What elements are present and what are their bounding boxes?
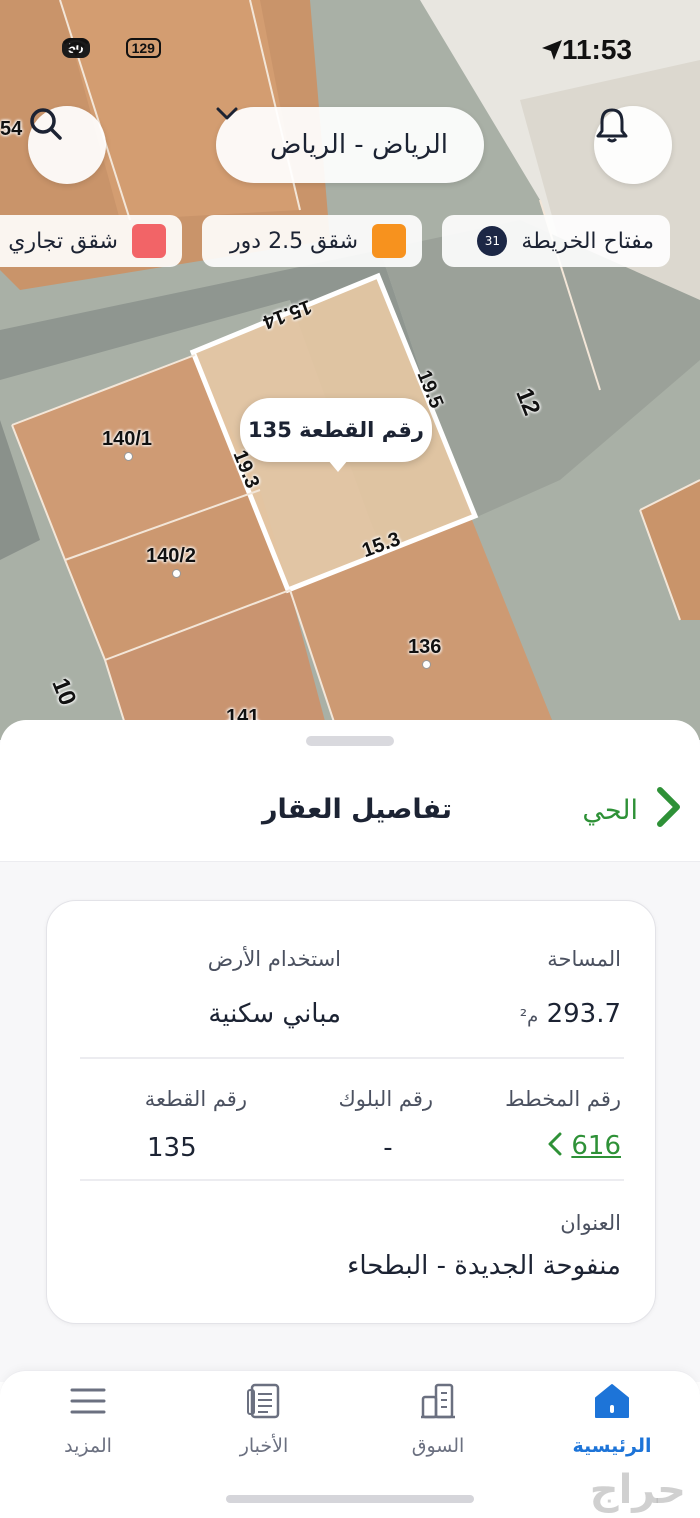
district-link-label: الحي <box>582 795 638 826</box>
home-indicator <box>226 1495 474 1503</box>
land-use-value: مباني سكنية <box>208 999 341 1029</box>
plot-number-value: 135 <box>147 1133 197 1163</box>
property-details-card: المساحة 293.7 م² استخدام الأرض مباني سكن… <box>46 900 656 1324</box>
plot-number-label: رقم القطعة <box>144 1087 247 1111</box>
divider <box>80 1179 624 1181</box>
block-number-value: - <box>383 1133 393 1163</box>
area-unit: م² <box>519 1006 539 1027</box>
divider <box>80 1057 624 1059</box>
city-selector[interactable]: الرياض - الرياض <box>216 107 484 183</box>
plan-number-label: رقم المخطط <box>505 1087 621 1111</box>
selected-plot-callout[interactable]: رقم القطعة 135 <box>240 398 432 472</box>
buildings-icon <box>418 1381 458 1425</box>
city-selector-label: الرياض - الرياض <box>269 130 449 160</box>
land-use-label: استخدام الأرض <box>207 947 341 971</box>
area-value-group: 293.7 م² <box>520 999 621 1029</box>
map-corner-label: 54 <box>0 118 23 140</box>
map-view[interactable]: 50 129 11:53 الرياض - الرياض مفتاح الخري… <box>0 0 700 740</box>
chevron-right-icon <box>656 786 682 835</box>
plot-marker-136 <box>422 660 431 669</box>
apartments-swatch <box>372 224 406 258</box>
map-key-chip[interactable]: مفتاح الخريطة 31 <box>442 215 670 267</box>
district-link[interactable]: الحي <box>582 786 682 835</box>
status-time: 11:53 <box>561 34 632 65</box>
area-label: المساحة <box>547 947 621 971</box>
address-label: العنوان <box>560 1211 621 1235</box>
watermark-logo: حراج <box>589 1467 686 1513</box>
address-value: منفوحة الجديدة - البطحاء <box>347 1251 621 1281</box>
tab-news[interactable]: الأخبار <box>204 1381 324 1471</box>
tab-more[interactable]: المزيد <box>28 1381 148 1471</box>
area-value: 293.7 <box>546 999 621 1029</box>
status-bar: 50 129 11:53 <box>0 0 700 100</box>
plot-marker-140-1 <box>124 452 133 461</box>
home-icon <box>592 1381 632 1425</box>
map-key-count-badge: 31 <box>477 226 508 256</box>
plot-label-140-1: 140/1 <box>102 428 153 450</box>
selected-plot-callout-text: رقم القطعة 135 <box>247 418 425 442</box>
chevron-left-icon <box>547 1131 563 1161</box>
sheet-title: تفاصيل العقار <box>262 794 453 825</box>
news-document-icon <box>244 1381 284 1425</box>
legend-chip-commercial[interactable]: شقق تجاري <box>0 215 182 267</box>
map-key-label: مفتاح الخريطة <box>521 228 654 254</box>
block-number-label: رقم البلوك <box>338 1087 433 1111</box>
sheet-grabber[interactable] <box>306 736 394 746</box>
plan-number-link[interactable]: 616 <box>547 1131 621 1161</box>
sheet-header: تفاصيل العقار الحي <box>0 752 700 862</box>
apartments-label: شقق 2.5 دور <box>230 228 358 254</box>
menu-icon <box>68 1381 108 1425</box>
commercial-label: شقق تجاري <box>8 228 118 254</box>
plan-number-value: 616 <box>571 1131 621 1161</box>
status-left-group: 50 129 <box>62 38 161 58</box>
tab-news-label: الأخبار <box>239 1435 289 1457</box>
tab-market-label: السوق <box>411 1435 465 1457</box>
plot-marker-140-2 <box>172 569 181 578</box>
commercial-swatch <box>132 224 166 258</box>
bottom-tab-bar: الرئيسية السوق الأخبار المزيد حراج <box>0 1370 700 1518</box>
search-button[interactable] <box>28 106 106 184</box>
plot-label-140-2: 140/2 <box>146 545 197 567</box>
plot-label-136: 136 <box>408 636 442 658</box>
tab-market[interactable]: السوق <box>378 1381 498 1471</box>
legend-chip-apartments[interactable]: شقق 2.5 دور <box>202 215 422 267</box>
tab-home[interactable]: الرئيسية <box>552 1381 672 1471</box>
tab-home-label: الرئيسية <box>572 1435 652 1457</box>
tab-more-label: المزيد <box>64 1435 112 1457</box>
notifications-button[interactable] <box>594 106 672 184</box>
battery-indicator: 129 <box>125 38 161 58</box>
